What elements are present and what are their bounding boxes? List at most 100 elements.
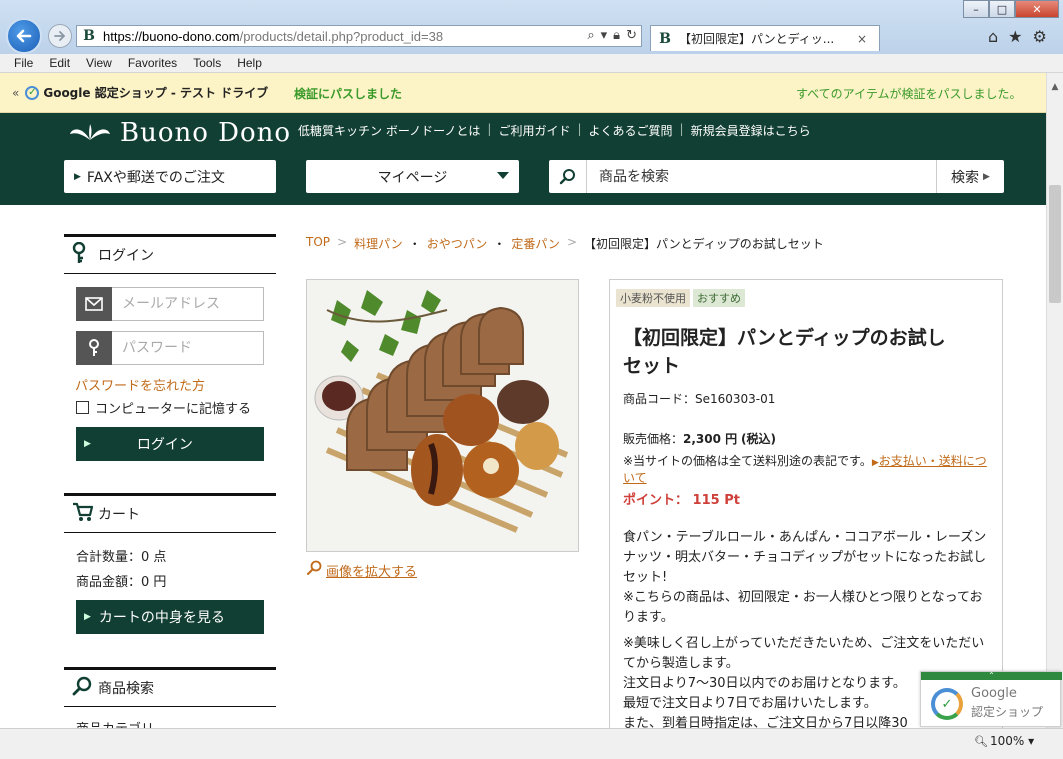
cart-icon xyxy=(72,502,94,526)
breadcrumb-standard-bread[interactable]: 定番パン xyxy=(511,235,560,252)
scrollbar-thumb[interactable] xyxy=(1049,185,1061,303)
cart-section-title: カート xyxy=(64,493,276,533)
product-code: 商品コード：Se160303-01 xyxy=(623,392,776,406)
google-bar-pass: 検証にパスしました xyxy=(294,87,403,101)
breadcrumb-snack-bread[interactable]: おやつパン xyxy=(427,235,488,252)
refresh-icon[interactable]: ↻ xyxy=(626,28,637,43)
cart-amount: 商品金額：0 円 xyxy=(76,575,167,590)
star-icon[interactable]: ★ xyxy=(1008,27,1022,46)
key-icon xyxy=(72,241,92,268)
header-link-faq[interactable]: よくあるご質問 xyxy=(589,122,673,139)
forgot-password-link[interactable]: パスワードを忘れた方 xyxy=(75,375,205,394)
site-logo[interactable]: Buono Dono xyxy=(68,118,291,148)
product-search: 検索▶ xyxy=(549,160,1004,193)
header-links: 低糖質キッチン ボーノドーノとは | ご利用ガイド | よくあるご質問 | 新規… xyxy=(298,122,811,139)
header-link-about[interactable]: 低糖質キッチン ボーノドーノとは xyxy=(298,122,480,139)
status-bar: 🔍︎ 100% ▾ xyxy=(0,728,1063,759)
shipping-note: ※当サイトの価格は全て送料別途の表記です。▶お支払い・送料について xyxy=(623,454,987,485)
scroll-up-icon[interactable]: ▲ xyxy=(1047,79,1063,95)
menu-bar: File Edit View Favorites Tools Help xyxy=(0,54,1063,73)
search-button[interactable]: 検索 ▶ xyxy=(936,160,1004,193)
breadcrumb-top[interactable]: TOP xyxy=(306,235,330,252)
forward-button[interactable] xyxy=(48,24,72,48)
triangle-right-icon: ▶ xyxy=(983,171,990,182)
header-link-guide[interactable]: ご利用ガイド xyxy=(498,122,570,139)
google-certified-badge[interactable]: ⌃ ✓ Google 認定ショップ xyxy=(920,671,1062,727)
back-button[interactable] xyxy=(6,18,42,54)
browser-titlebar: B https://buono-dono.com/products/detail… xyxy=(0,0,1063,54)
key-icon xyxy=(76,331,112,365)
address-bar[interactable]: B https://buono-dono.com/products/detail… xyxy=(76,25,642,47)
site-favicon-icon: B xyxy=(81,28,97,44)
fax-order-button[interactable]: ▶ FAXや郵送でのご注文 xyxy=(64,160,276,193)
magnifier-icon xyxy=(72,676,92,700)
page-scrollbar[interactable]: ▲ ▼ xyxy=(1046,73,1063,728)
search-icon xyxy=(549,160,587,193)
product-tags: 小麦粉不使用 おすすめ xyxy=(616,289,745,307)
search-icon[interactable]: ⌕ xyxy=(587,28,594,43)
tab-favicon-icon: B xyxy=(657,30,673,47)
arrow-right-icon xyxy=(54,31,66,41)
tag-no-wheat: 小麦粉不使用 xyxy=(616,289,690,307)
mail-icon xyxy=(76,287,112,321)
checkbox-box[interactable] xyxy=(76,401,89,414)
home-icon[interactable]: ⌂ xyxy=(988,27,998,46)
bread-set-illustration xyxy=(307,280,578,551)
logo-text: Buono Dono xyxy=(120,118,292,148)
menu-edit[interactable]: Edit xyxy=(49,56,70,70)
triangle-right-icon: ▶ xyxy=(84,612,91,622)
check-icon: ✓ xyxy=(931,688,963,720)
window-minimize-button[interactable]: – xyxy=(963,0,989,18)
remember-me-checkbox[interactable]: コンピューターに記憶する xyxy=(76,398,251,417)
menu-favorites[interactable]: Favorites xyxy=(128,56,177,70)
collapse-chevron-icon[interactable]: « xyxy=(12,86,19,100)
product-title: 【初回限定】パンとディップのお試し セット xyxy=(623,327,946,377)
menu-tools[interactable]: Tools xyxy=(193,56,221,70)
triangle-right-icon: ▶ xyxy=(84,439,91,449)
cart-quantity: 合計数量：0 点 xyxy=(76,550,167,565)
password-input[interactable] xyxy=(112,331,264,365)
magnifier-icon xyxy=(306,560,322,580)
google-bar-all-pass: すべてのアイテムが検証をパスしました。 xyxy=(796,87,1022,101)
breadcrumb: TOP > 料理パン ・ おやつパン ・ 定番パン > 【初回限定】パンとディッ… xyxy=(306,235,824,252)
window-maximize-button[interactable]: □ xyxy=(989,0,1015,18)
menu-view[interactable]: View xyxy=(86,56,112,70)
login-section-title: ログイン xyxy=(64,234,276,274)
email-input[interactable] xyxy=(112,287,264,321)
chevron-down-icon xyxy=(497,172,509,179)
zoom-icon: 🔍︎ xyxy=(974,735,988,748)
site-header: Buono Dono 低糖質キッチン ボーノドーノとは | ご利用ガイド | よ… xyxy=(0,113,1046,205)
lock-icon[interactable]: 🔒︎ xyxy=(613,28,620,43)
zoom-image-link[interactable]: 画像を拡大する xyxy=(306,560,417,580)
product-image[interactable] xyxy=(306,279,579,552)
product-detail-panel: 小麦粉不使用 おすすめ 【初回限定】パンとディップのお試し セット 商品コード：S… xyxy=(609,279,1003,739)
menu-help[interactable]: Help xyxy=(237,56,262,70)
header-link-register[interactable]: 新規会員登録はこちら xyxy=(691,122,811,139)
tab-close-icon[interactable]: × xyxy=(857,32,867,46)
leaf-logo-icon xyxy=(70,124,110,140)
email-field xyxy=(76,287,264,321)
mypage-dropdown[interactable]: マイページ xyxy=(306,160,519,193)
browser-tab[interactable]: B 【初回限定】パンとディッ... × xyxy=(650,25,880,51)
zoom-level[interactable]: 🔍︎ 100% ▾ xyxy=(974,734,1034,748)
triangle-right-icon: ▶ xyxy=(74,171,81,182)
product-search-section-title: 商品検索 xyxy=(64,667,276,707)
chevron-down-icon[interactable]: ▾ xyxy=(601,28,608,43)
chevron-up-icon[interactable]: ⌃ xyxy=(921,672,1062,680)
tag-recommended: おすすめ xyxy=(693,289,745,307)
breadcrumb-cooking-bread[interactable]: 料理パン xyxy=(354,235,403,252)
menu-file[interactable]: File xyxy=(14,56,33,70)
tab-title: 【初回限定】パンとディッ... xyxy=(679,32,835,46)
view-cart-button[interactable]: ▶ カートの中身を見る xyxy=(76,600,264,634)
google-test-drive-bar: « ✓ Google 認定ショップ - テスト ドライブ 検証にパスしました す… xyxy=(0,73,1046,113)
arrow-left-icon xyxy=(16,29,32,43)
gear-icon[interactable]: ⚙ xyxy=(1033,27,1047,46)
address-url: https://buono-dono.com/products/detail.p… xyxy=(103,28,444,44)
product-search-input[interactable] xyxy=(587,161,936,192)
product-price: 販売価格：2,300 円 (税込) xyxy=(623,432,776,446)
product-points: ポイント： 115 Pt xyxy=(623,493,740,508)
password-field xyxy=(76,331,264,365)
breadcrumb-current: 【初回限定】パンとディップのお試しセット xyxy=(584,237,824,251)
login-button[interactable]: ▶ ログイン xyxy=(76,427,264,461)
window-close-button[interactable]: ✕ xyxy=(1015,0,1059,18)
